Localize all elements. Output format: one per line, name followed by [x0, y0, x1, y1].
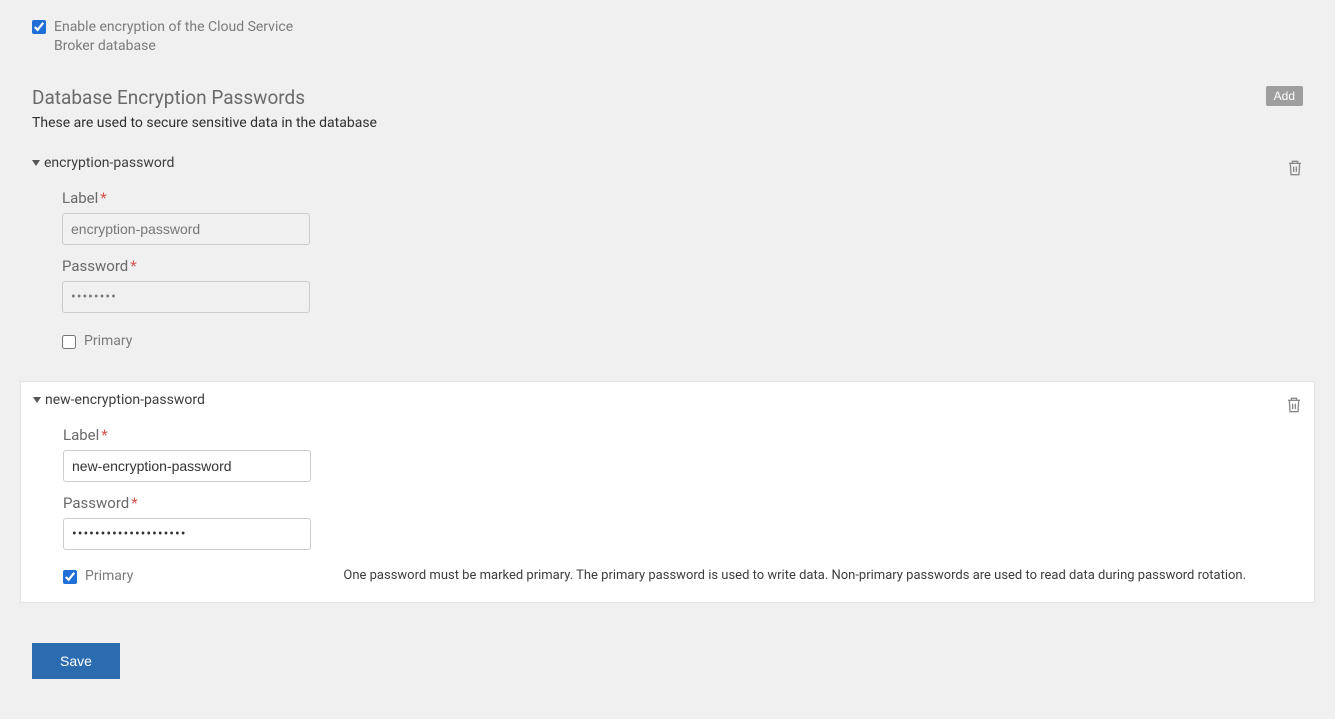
primary-label: Primary [84, 333, 132, 349]
block-name: encryption-password [44, 155, 174, 171]
password-input[interactable] [63, 518, 311, 550]
password-block: new-encryption-password Label* Password* [20, 381, 1315, 603]
enable-encryption-checkbox[interactable] [32, 20, 46, 34]
section-title: Database Encryption Passwords [32, 86, 305, 109]
block-toggle[interactable]: encryption-password [32, 155, 1303, 177]
required-mark: * [131, 494, 137, 512]
label-input[interactable] [62, 213, 310, 245]
label-field-label: Label* [62, 189, 1303, 207]
required-mark: * [100, 189, 106, 207]
primary-checkbox[interactable] [62, 335, 76, 349]
label-field-label: Label* [63, 426, 1302, 444]
block-name: new-encryption-password [45, 392, 205, 408]
primary-label: Primary [85, 568, 133, 584]
save-button[interactable]: Save [32, 643, 120, 679]
caret-down-icon [32, 160, 40, 166]
primary-checkbox[interactable] [63, 570, 77, 584]
password-field-label: Password* [63, 494, 1302, 512]
required-mark: * [101, 426, 107, 444]
add-button[interactable]: Add [1266, 86, 1303, 106]
primary-description: One password must be marked primary. The… [133, 568, 1290, 583]
required-mark: * [130, 257, 136, 275]
password-input[interactable] [62, 281, 310, 313]
delete-icon[interactable] [1287, 159, 1303, 177]
block-toggle[interactable]: new-encryption-password [33, 392, 1302, 414]
caret-down-icon [33, 397, 41, 403]
password-field-label: Password* [62, 257, 1303, 275]
section-subtitle: These are used to secure sensitive data … [0, 109, 1335, 131]
enable-encryption-label: Enable encryption of the Cloud Service B… [54, 18, 320, 56]
label-input[interactable] [63, 450, 311, 482]
password-block: encryption-password Label* Password* Pri… [20, 145, 1315, 367]
delete-icon[interactable] [1286, 396, 1302, 414]
